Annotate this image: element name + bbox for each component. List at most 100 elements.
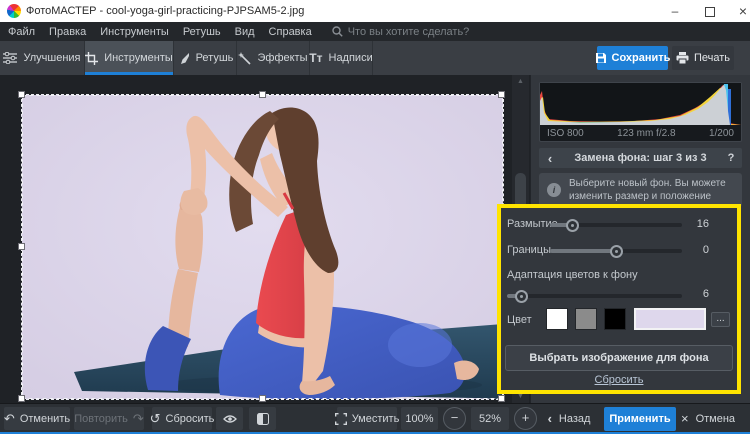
lens-value: 123 mm f/2.8 — [617, 128, 675, 139]
blur-slider-thumb[interactable] — [566, 219, 579, 232]
panel-title: Замена фона: шаг 3 из 3 — [561, 152, 720, 164]
borders-slider-thumb[interactable] — [610, 245, 623, 258]
selection-handle[interactable] — [18, 395, 25, 402]
help-icon[interactable]: ? — [720, 152, 742, 164]
app-logo-icon — [7, 4, 21, 18]
zoom-100-button[interactable]: 100% — [401, 407, 438, 430]
save-button[interactable]: Сохранить — [597, 46, 668, 70]
choose-background-button[interactable]: Выбрать изображение для фона — [505, 345, 733, 371]
swatch-gray[interactable] — [575, 308, 597, 330]
histogram-box: ISO 800 123 mm f/2.8 1/200 — [539, 82, 742, 142]
back-chevron-icon: ‹ — [548, 411, 552, 426]
magic-wand-icon — [238, 52, 251, 65]
swatch-current-lavender[interactable] — [634, 308, 706, 330]
photo-preview[interactable] — [22, 95, 503, 399]
exif-row: ISO 800 123 mm f/2.8 1/200 — [540, 128, 741, 139]
selection-handle[interactable] — [18, 91, 25, 98]
title-bar: ФотоМАСТЕР - cool-yoga-girl-practicing-P… — [0, 0, 750, 22]
fit-button[interactable]: Уместить — [337, 407, 397, 430]
search-placeholder: Что вы хотите сделать? — [348, 26, 470, 38]
iso-value: ISO 800 — [547, 128, 584, 139]
more-colors-button[interactable]: ... — [711, 312, 730, 327]
maximize-button[interactable] — [695, 0, 725, 22]
save-icon — [595, 52, 607, 64]
print-label: Печать — [694, 52, 730, 64]
panel-header: ‹ Замена фона: шаг 3 из 3 ? — [539, 148, 742, 168]
tab-label: Эффекты — [257, 52, 307, 64]
preview-original-button[interactable] — [216, 407, 243, 430]
blur-value: 16 — [669, 218, 709, 230]
tab-label: Инструменты — [104, 52, 173, 64]
color-adaptation-slider[interactable] — [507, 294, 682, 298]
background-options-card: Размытие 16 Границы 0 Адаптация цветов к… — [497, 204, 741, 394]
print-button[interactable]: Печать — [672, 46, 734, 70]
bottom-toolbar: ↶ Отменить Повторить ↷ ↺ Сбросить Умести… — [0, 403, 750, 432]
info-icon: i — [547, 183, 561, 197]
sliders-icon — [3, 52, 17, 64]
shutter-value: 1/200 — [709, 128, 734, 139]
menu-bar: Файл Правка Инструменты Ретушь Вид Справ… — [0, 22, 750, 41]
before-after-button[interactable] — [249, 407, 276, 430]
panel-back-icon[interactable]: ‹ — [539, 151, 561, 166]
yoga-photo — [22, 95, 503, 399]
menu-help[interactable]: Справка — [269, 26, 312, 38]
zoom-in-button[interactable]: + — [514, 407, 537, 430]
fit-label: Уместить — [352, 413, 400, 425]
menu-edit[interactable]: Правка — [49, 26, 86, 38]
tab-tools[interactable]: Инструменты — [85, 41, 174, 75]
reset-link[interactable]: Сбросить — [501, 374, 737, 386]
tab-enhancements[interactable]: Улучшения — [0, 41, 85, 75]
apply-button[interactable]: Применить — [604, 407, 676, 431]
selection-handle[interactable] — [18, 243, 25, 250]
selection-handle[interactable] — [259, 395, 266, 402]
tab-label: Ретушь — [196, 52, 234, 64]
tab-effects[interactable]: Эффекты — [237, 41, 310, 75]
selection-handle[interactable] — [498, 395, 505, 402]
menu-tools[interactable]: Инструменты — [100, 26, 169, 38]
histogram-plot — [540, 83, 741, 125]
search-icon — [332, 26, 343, 37]
app-window: ФотоМАСТЕР - cool-yoga-girl-practicing-P… — [0, 0, 750, 434]
borders-value: 0 — [669, 244, 709, 256]
text-icon: Тт — [309, 51, 322, 65]
undo-button[interactable]: ↶ Отменить — [4, 407, 70, 430]
color-label: Цвет — [507, 314, 532, 326]
color-adaptation-value: 6 — [669, 288, 709, 300]
swatch-black[interactable] — [604, 308, 626, 330]
tab-retouch[interactable]: Ретушь — [174, 41, 237, 75]
selection-handle[interactable] — [498, 91, 505, 98]
save-label: Сохранить — [612, 52, 671, 64]
menu-file[interactable]: Файл — [8, 26, 35, 38]
back-button[interactable]: ‹ Назад — [543, 407, 595, 430]
window-title: ФотоМАСТЕР - cool-yoga-girl-practicing-P… — [26, 0, 304, 22]
selection-handle[interactable] — [259, 91, 266, 98]
crop-icon — [85, 52, 98, 65]
reset-label: Сбросить — [166, 413, 215, 425]
compare-icon — [257, 413, 269, 425]
color-adaptation-slider-thumb[interactable] — [515, 290, 528, 303]
reset-icon: ↺ — [150, 412, 161, 425]
tab-label: Улучшения — [23, 52, 80, 64]
menu-retouch[interactable]: Ретушь — [183, 26, 221, 38]
cancel-label: Отмена — [696, 413, 735, 425]
minimize-button[interactable]: – — [660, 0, 690, 22]
scroll-up-icon[interactable]: ▲ — [512, 75, 529, 88]
cancel-button[interactable]: × Отмена — [679, 407, 737, 430]
maximize-icon — [705, 7, 715, 17]
close-button[interactable]: × — [728, 0, 750, 22]
swatch-white[interactable] — [546, 308, 568, 330]
reset-button[interactable]: ↺ Сбросить — [152, 407, 212, 430]
printer-icon — [676, 52, 689, 64]
tab-label: Надписи — [329, 52, 373, 64]
tab-captions[interactable]: Тт Надписи — [310, 41, 373, 75]
back-label: Назад — [559, 413, 591, 425]
menu-view[interactable]: Вид — [235, 26, 255, 38]
brush-icon — [177, 52, 190, 65]
zoom-level[interactable]: 52% — [471, 407, 509, 430]
eye-icon — [223, 414, 237, 424]
redo-label: Повторить — [74, 413, 128, 425]
redo-button[interactable]: Повторить ↷ — [74, 407, 144, 430]
search-box[interactable]: Что вы хотите сделать? — [332, 26, 470, 38]
zoom-out-button[interactable]: − — [443, 407, 466, 430]
info-box: i Выберите новый фон. Вы можете изменить… — [539, 173, 742, 207]
